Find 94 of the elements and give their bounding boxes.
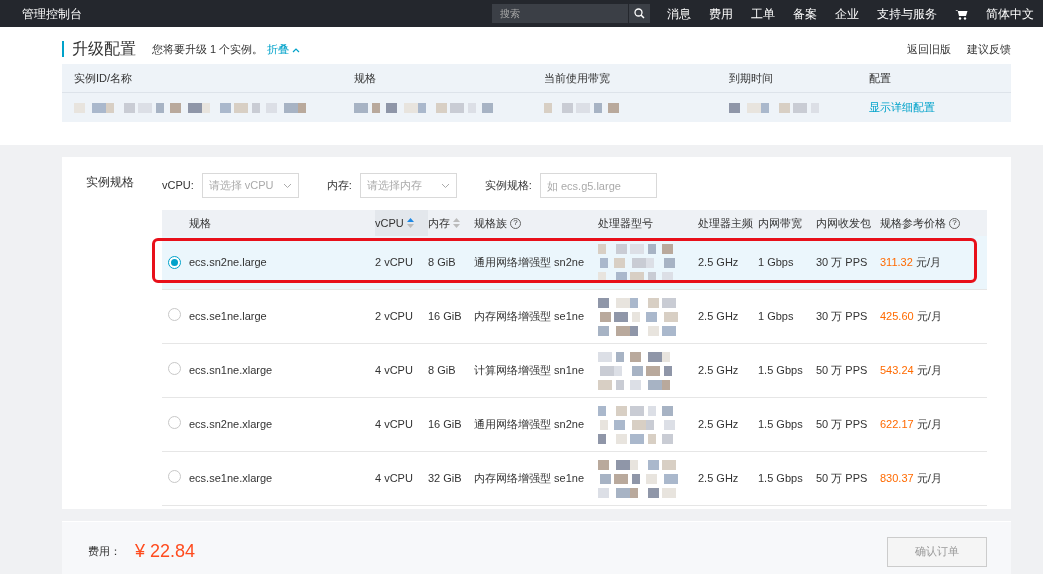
column-header: 配置 [869,70,892,86]
chevron-up-icon [292,47,301,54]
column-header: 当前使用带宽 [544,70,611,86]
column-header: 内存 [428,215,450,231]
header-link[interactable]: 建议反馈 [967,41,1011,58]
chevron-down-icon [440,182,450,189]
table-cell: 30 万 PPS [816,310,868,323]
table-cell: 通用网络增强型 sn2ne [474,418,585,431]
select-placeholder: 请选择内存 [366,178,422,194]
price-value: 830.37 [880,472,914,485]
cart-icon [955,8,968,20]
column-header: 到期时间 [729,70,774,86]
price-value: 311.32 [880,256,913,269]
table-cell: 2.5 GHz [698,364,739,377]
input-field[interactable]: 如 ecs.g5.large [539,173,657,198]
console-title: 管理控制台 [22,5,83,23]
nav-link[interactable]: 备案 [784,4,826,23]
search-icon [634,8,645,19]
price-value: 425.60 [880,310,914,323]
table-cell: 1.5 Gbps [758,418,803,431]
page-title: 升级配置 [62,41,136,58]
search-button[interactable] [628,4,650,23]
table-cell: 16 GiB [428,418,462,431]
nav-link[interactable]: 企业 [826,4,868,23]
nav-link[interactable]: 支持与服务 [868,4,946,23]
table-cell: 50 万 PPS [816,364,868,377]
filter-label: 实例规格: [484,178,532,194]
price-value: 543.24 [880,364,914,377]
table-cell: 2 vCPU [375,256,413,269]
column-header: 实例ID/名称 [74,70,134,86]
table-cell: 2.5 GHz [698,310,739,323]
section-label: 实例规格 [86,174,135,191]
filter-label: 内存: [326,178,352,194]
price-unit: 元/月 [916,364,942,377]
table-cell: 内存网络增强型 se1ne [474,310,585,323]
column-header: 规格族 [474,215,507,231]
table-cell: 50 万 PPS [816,418,868,431]
radio-button[interactable] [168,469,181,483]
table-cell: ecs.sn2ne.large [189,256,267,269]
table-cell: 4 vCPU [375,364,413,377]
table-cell: ecs.se1ne.large [189,310,267,323]
table-cell: 内存网络增强型 se1ne [474,472,585,485]
chevron-down-icon [282,182,292,189]
table-cell: 1 Gbps [758,256,794,269]
radio-button[interactable] [168,415,181,429]
table-cell: 4 vCPU [375,418,413,431]
table-cell: 4 vCPU [375,472,413,485]
nav-link[interactable]: 费用 [700,4,742,23]
table-cell: 1 Gbps [758,310,794,323]
column-header: 处理器主频 [698,215,753,231]
column-header: 内网带宽 [758,215,802,231]
fee-label: 费用： [88,544,121,560]
table-cell: 1.5 Gbps [758,472,803,485]
price-unit: 元/月 [916,418,942,431]
table-cell: 32 GiB [428,472,462,485]
column-header: 规格 [354,70,377,86]
table-cell: 2.5 GHz [698,472,739,485]
price-unit: 元/月 [915,256,941,269]
column-header: vCPU [375,215,404,231]
table-cell: 1.5 Gbps [758,364,803,377]
radio-button[interactable] [168,361,181,375]
upgrade-note: 您将要升级 1 个实例。 [152,42,264,57]
nav-link[interactable]: 消息 [658,4,700,23]
table-cell: 50 万 PPS [816,472,868,485]
table-cell: ecs.se1ne.xlarge [189,472,273,485]
table-cell: ecs.sn1ne.xlarge [189,364,273,377]
table-cell: 30 万 PPS [816,256,868,269]
table-cell: 2 vCPU [375,310,413,323]
radio-button[interactable] [168,307,181,321]
header-link[interactable]: 返回旧版 [907,41,951,58]
table-cell: 2.5 GHz [698,256,739,269]
sort-icon[interactable] [406,218,414,228]
table-cell: 8 GiB [428,364,456,377]
table-cell: 8 GiB [428,256,456,269]
sort-icon[interactable] [453,218,460,228]
column-header: 内网收发包 [816,215,871,231]
table-cell: 计算网络增强型 sn1ne [474,364,585,377]
price-value: 622.17 [880,418,914,431]
table-cell: 16 GiB [428,310,462,323]
column-header: 规格 [189,215,211,231]
nav-link[interactable]: 工单 [742,4,784,23]
table-cell: ecs.sn2ne.xlarge [189,418,273,431]
language-link[interactable]: 简体中文 [977,4,1043,23]
filter-label: vCPU: [162,178,194,194]
price-unit: 元/月 [916,310,942,323]
price-unit: 元/月 [916,472,942,485]
select-placeholder: 请选择 vCPU [208,178,274,194]
fee-amount: ¥ 22.84 [135,540,196,563]
column-header: 规格参考价格 [880,215,946,231]
table-cell: 2.5 GHz [698,418,739,431]
search-field[interactable]: 搜索 [492,4,628,23]
table-cell: 通用网络增强型 sn2ne [474,256,585,269]
radio-button[interactable] [168,256,181,270]
column-header: 处理器型号 [598,215,653,231]
